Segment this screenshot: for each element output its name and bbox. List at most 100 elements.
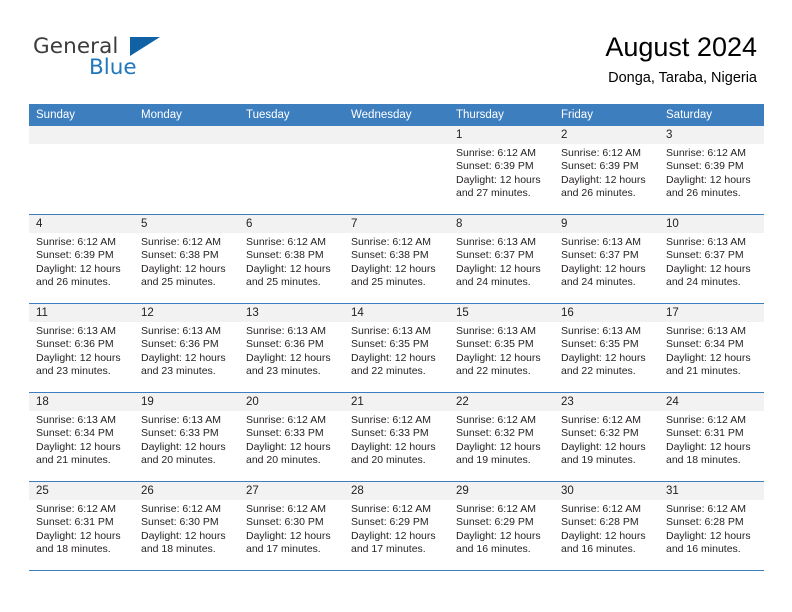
sunset-text: Sunset: 6:33 PM	[351, 427, 429, 440]
sunset-text: Sunset: 6:34 PM	[36, 427, 114, 440]
day-cell[interactable]: 4 Sunrise: 6:12 AM Sunset: 6:39 PM Dayli…	[29, 215, 134, 303]
day-cell[interactable]: 30 Sunrise: 6:12 AM Sunset: 6:28 PM Dayl…	[554, 482, 659, 570]
day-cell[interactable]: 15 Sunrise: 6:13 AM Sunset: 6:35 PM Dayl…	[449, 304, 554, 392]
weekday-header-thursday: Thursday	[456, 109, 504, 121]
daylight-text-line1: Daylight: 12 hours	[36, 440, 121, 453]
day-cell[interactable]	[239, 126, 344, 214]
day-details: Sunrise: 6:12 AM Sunset: 6:39 PM Dayligh…	[449, 144, 554, 214]
general-blue-logo[interactable]: General Blue	[33, 36, 233, 88]
sunrise-text: Sunrise: 6:13 AM	[141, 325, 221, 337]
day-number: 15	[449, 304, 554, 322]
day-cell[interactable]: 12 Sunrise: 6:13 AM Sunset: 6:36 PM Dayl…	[134, 304, 239, 392]
day-number: 5	[134, 215, 239, 233]
day-cell[interactable]: 8 Sunrise: 6:13 AM Sunset: 6:37 PM Dayli…	[449, 215, 554, 303]
day-number: 7	[344, 215, 449, 233]
day-details: Sunrise: 6:13 AM Sunset: 6:37 PM Dayligh…	[449, 233, 554, 303]
day-number: 11	[29, 304, 134, 322]
day-cell[interactable]: 9 Sunrise: 6:13 AM Sunset: 6:37 PM Dayli…	[554, 215, 659, 303]
day-number: 19	[134, 393, 239, 411]
day-number: 21	[344, 393, 449, 411]
sunrise-text: Sunrise: 6:13 AM	[666, 325, 746, 337]
sunset-text: Sunset: 6:30 PM	[141, 516, 219, 529]
day-cell[interactable]: 1 Sunrise: 6:12 AM Sunset: 6:39 PM Dayli…	[449, 126, 554, 214]
daylight-text-line1: Daylight: 12 hours	[246, 351, 331, 364]
day-cell[interactable]: 13 Sunrise: 6:13 AM Sunset: 6:36 PM Dayl…	[239, 304, 344, 392]
sunset-text: Sunset: 6:33 PM	[141, 427, 219, 440]
day-details	[344, 144, 449, 214]
daylight-text-line1: Daylight: 12 hours	[246, 440, 331, 453]
day-cell[interactable]: 5 Sunrise: 6:12 AM Sunset: 6:38 PM Dayli…	[134, 215, 239, 303]
day-cell[interactable]: 24 Sunrise: 6:12 AM Sunset: 6:31 PM Dayl…	[659, 393, 764, 481]
daylight-text-line1: Daylight: 12 hours	[351, 351, 436, 364]
day-cell[interactable]: 23 Sunrise: 6:12 AM Sunset: 6:32 PM Dayl…	[554, 393, 659, 481]
day-cell[interactable]: 21 Sunrise: 6:12 AM Sunset: 6:33 PM Dayl…	[344, 393, 449, 481]
day-cell[interactable]: 17 Sunrise: 6:13 AM Sunset: 6:34 PM Dayl…	[659, 304, 764, 392]
sunset-text: Sunset: 6:38 PM	[351, 249, 429, 262]
day-cell[interactable]: 10 Sunrise: 6:13 AM Sunset: 6:37 PM Dayl…	[659, 215, 764, 303]
day-details: Sunrise: 6:12 AM Sunset: 6:31 PM Dayligh…	[29, 500, 134, 570]
day-number: 20	[239, 393, 344, 411]
sunset-text: Sunset: 6:38 PM	[141, 249, 219, 262]
sunset-text: Sunset: 6:39 PM	[561, 160, 639, 173]
day-cell[interactable]: 29 Sunrise: 6:12 AM Sunset: 6:29 PM Dayl…	[449, 482, 554, 570]
day-cell[interactable]: 27 Sunrise: 6:12 AM Sunset: 6:30 PM Dayl…	[239, 482, 344, 570]
day-number: 26	[134, 482, 239, 500]
day-details: Sunrise: 6:12 AM Sunset: 6:33 PM Dayligh…	[239, 411, 344, 481]
day-cell[interactable]: 25 Sunrise: 6:12 AM Sunset: 6:31 PM Dayl…	[29, 482, 134, 570]
day-cell[interactable]: 14 Sunrise: 6:13 AM Sunset: 6:35 PM Dayl…	[344, 304, 449, 392]
day-number	[239, 126, 344, 144]
weekday-header-monday: Monday	[141, 109, 182, 121]
sunset-text: Sunset: 6:36 PM	[246, 338, 324, 351]
sunset-text: Sunset: 6:33 PM	[246, 427, 324, 440]
day-cell[interactable]: 26 Sunrise: 6:12 AM Sunset: 6:30 PM Dayl…	[134, 482, 239, 570]
sunrise-text: Sunrise: 6:12 AM	[561, 147, 641, 159]
day-number: 31	[659, 482, 764, 500]
day-cell[interactable]: 2 Sunrise: 6:12 AM Sunset: 6:39 PM Dayli…	[554, 126, 659, 214]
page-header: General Blue August 2024 Donga, Taraba, …	[0, 0, 792, 104]
day-cell[interactable]: 22 Sunrise: 6:12 AM Sunset: 6:32 PM Dayl…	[449, 393, 554, 481]
day-cell[interactable]: 31 Sunrise: 6:12 AM Sunset: 6:28 PM Dayl…	[659, 482, 764, 570]
day-cell[interactable]: 16 Sunrise: 6:13 AM Sunset: 6:35 PM Dayl…	[554, 304, 659, 392]
day-details: Sunrise: 6:13 AM Sunset: 6:36 PM Dayligh…	[239, 322, 344, 392]
day-cell[interactable]: 18 Sunrise: 6:13 AM Sunset: 6:34 PM Dayl…	[29, 393, 134, 481]
day-cell[interactable]: 7 Sunrise: 6:12 AM Sunset: 6:38 PM Dayli…	[344, 215, 449, 303]
day-details: Sunrise: 6:13 AM Sunset: 6:37 PM Dayligh…	[659, 233, 764, 303]
daylight-text-line1: Daylight: 12 hours	[351, 262, 436, 275]
sunrise-text: Sunrise: 6:13 AM	[141, 414, 221, 426]
daylight-text-line1: Daylight: 12 hours	[666, 440, 751, 453]
sunrise-text: Sunrise: 6:13 AM	[456, 325, 536, 337]
day-number: 4	[29, 215, 134, 233]
week-row: 25 Sunrise: 6:12 AM Sunset: 6:31 PM Dayl…	[29, 482, 764, 571]
day-cell[interactable]: 11 Sunrise: 6:13 AM Sunset: 6:36 PM Dayl…	[29, 304, 134, 392]
day-cell[interactable]	[134, 126, 239, 214]
sunrise-text: Sunrise: 6:12 AM	[666, 503, 746, 515]
day-cell[interactable]: 19 Sunrise: 6:13 AM Sunset: 6:33 PM Dayl…	[134, 393, 239, 481]
sunset-text: Sunset: 6:35 PM	[561, 338, 639, 351]
daylight-text-line1: Daylight: 12 hours	[456, 173, 541, 186]
day-number: 9	[554, 215, 659, 233]
sunrise-text: Sunrise: 6:13 AM	[351, 325, 431, 337]
day-details: Sunrise: 6:12 AM Sunset: 6:31 PM Dayligh…	[659, 411, 764, 481]
day-cell[interactable]: 3 Sunrise: 6:12 AM Sunset: 6:39 PM Dayli…	[659, 126, 764, 214]
day-cell[interactable]: 6 Sunrise: 6:12 AM Sunset: 6:38 PM Dayli…	[239, 215, 344, 303]
day-details: Sunrise: 6:13 AM Sunset: 6:35 PM Dayligh…	[344, 322, 449, 392]
sunset-text: Sunset: 6:28 PM	[666, 516, 744, 529]
sunset-text: Sunset: 6:35 PM	[456, 338, 534, 351]
day-cell[interactable]	[29, 126, 134, 214]
sunrise-text: Sunrise: 6:12 AM	[561, 414, 641, 426]
daylight-text-line2: and 27 minutes.	[456, 187, 531, 200]
daylight-text-line2: and 21 minutes.	[666, 365, 741, 378]
daylight-text-line1: Daylight: 12 hours	[561, 351, 646, 364]
day-cell[interactable]: 20 Sunrise: 6:12 AM Sunset: 6:33 PM Dayl…	[239, 393, 344, 481]
blue-triangle-icon	[130, 37, 160, 56]
sunset-text: Sunset: 6:37 PM	[456, 249, 534, 262]
daylight-text-line2: and 19 minutes.	[456, 454, 531, 467]
day-cell[interactable]: 28 Sunrise: 6:12 AM Sunset: 6:29 PM Dayl…	[344, 482, 449, 570]
day-number: 25	[29, 482, 134, 500]
daylight-text-line1: Daylight: 12 hours	[141, 529, 226, 542]
daylight-text-line2: and 20 minutes.	[246, 454, 321, 467]
day-number: 24	[659, 393, 764, 411]
day-cell[interactable]	[344, 126, 449, 214]
daylight-text-line1: Daylight: 12 hours	[456, 529, 541, 542]
weekday-header-tuesday: Tuesday	[246, 109, 290, 121]
